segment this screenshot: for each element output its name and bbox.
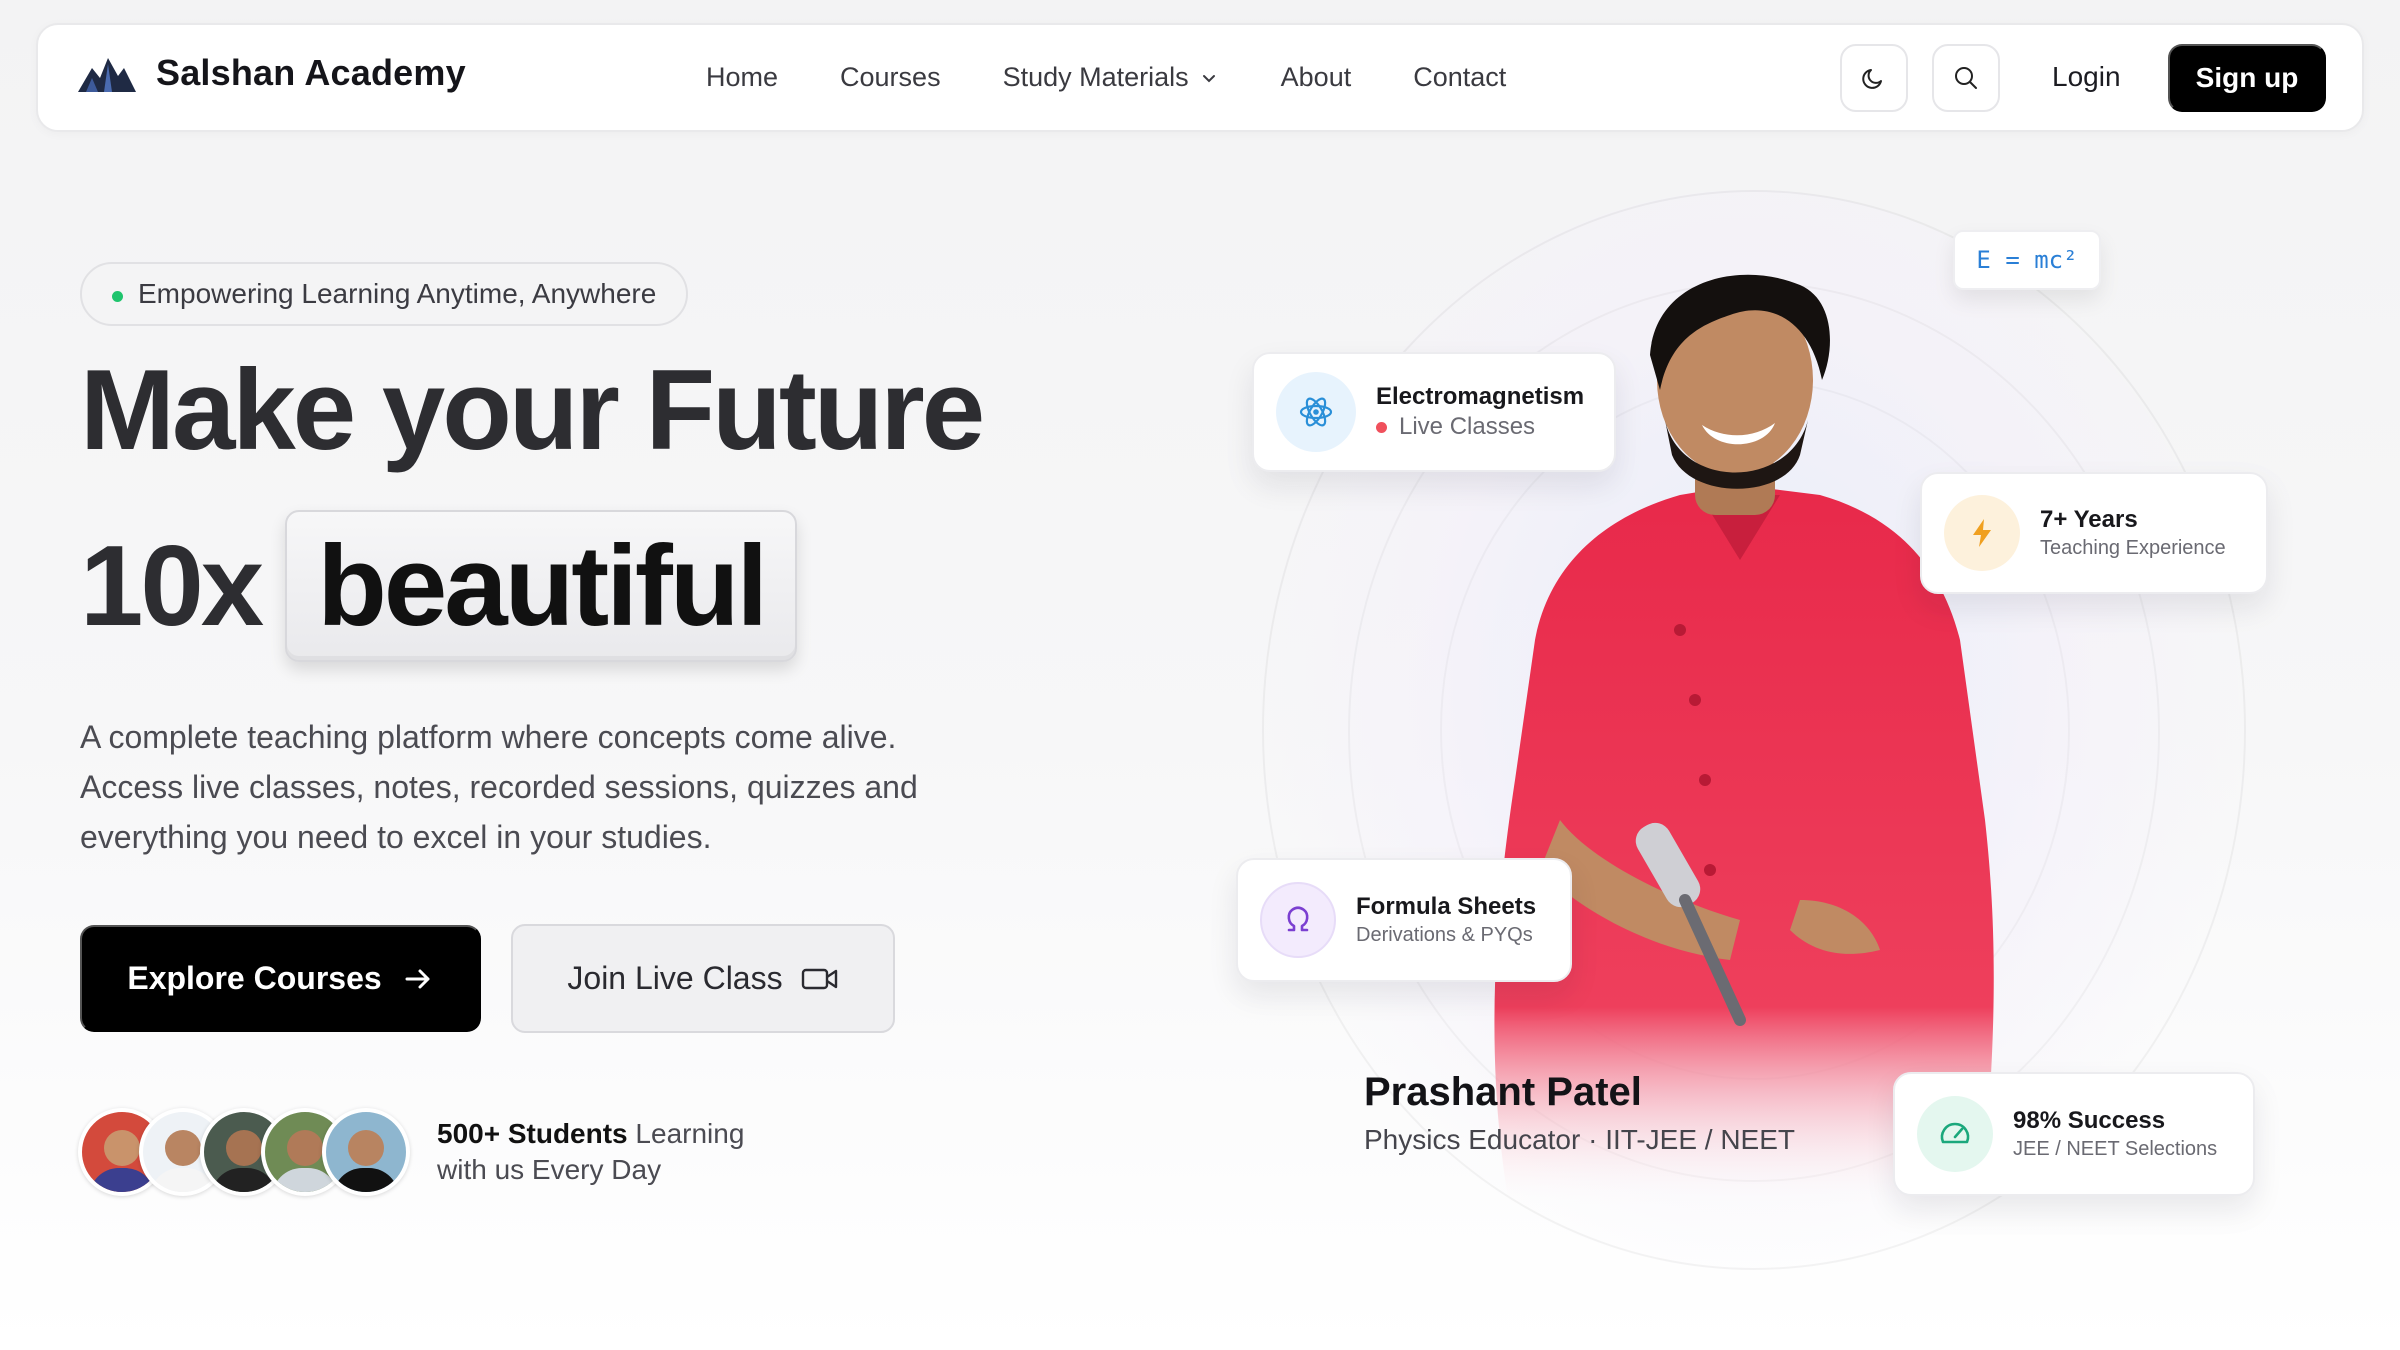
explore-courses-label: Explore Courses (127, 960, 382, 996)
live-dot-icon (1376, 421, 1387, 433)
nav-links: Home Courses Study Materials About Conta… (706, 25, 1568, 130)
brand[interactable]: Salshan Academy (78, 52, 466, 94)
experience-card[interactable]: 7+ Years Teaching Experience (1920, 472, 2268, 594)
gauge-icon-wrap (1917, 1096, 1993, 1172)
headline-prefix: 10x (80, 522, 264, 650)
join-live-class-label: Join Live Class (567, 960, 783, 996)
live-classes-text: Live Classes (1399, 413, 1536, 440)
bolt-icon (1973, 519, 1991, 547)
formula-sheets-text: Formula Sheets Derivations & PYQs (1356, 892, 1536, 948)
nav-contact[interactable]: Contact (1413, 62, 1506, 93)
instructor-name: Prashant Patel (1364, 1070, 1642, 1114)
success-title: 98% Success (2013, 1107, 2166, 1134)
nav-about[interactable]: About (1281, 62, 1352, 93)
avatar (322, 1108, 410, 1196)
headline-highlight: beautiful (285, 510, 798, 662)
formula-sheets-subtitle: Derivations & PYQs (1356, 924, 1533, 946)
nav-home[interactable]: Home (706, 62, 778, 93)
nav-study-materials-label: Study Materials (1002, 62, 1189, 92)
instructor-role: Physics Educator · IIT-JEE / NEET (1364, 1124, 1796, 1155)
gauge-icon (1940, 1122, 1970, 1144)
electromagnetism-text: Electromagnetism Live Classes (1376, 382, 1584, 442)
live-classes-label: Live Classes (1376, 412, 1584, 442)
arrow-right-icon (405, 969, 430, 988)
formula-sheets-card[interactable]: Formula Sheets Derivations & PYQs (1236, 858, 1572, 982)
bolt-icon-wrap (1944, 495, 2020, 571)
formula-sheets-title: Formula Sheets (1356, 893, 1537, 920)
success-subtitle: JEE / NEET Selections (2013, 1138, 2218, 1160)
experience-subtitle: Teaching Experience (2040, 537, 2226, 559)
formula-chip: E = mc² (1953, 230, 2101, 290)
join-live-class-button[interactable]: Join Live Class (511, 924, 895, 1033)
theme-toggle-button[interactable] (1840, 44, 1908, 112)
omega-icon (1287, 906, 1309, 932)
electromagnetism-title: Electromagnetism (1376, 383, 1585, 410)
student-avatars (78, 1108, 410, 1196)
experience-text: 7+ Years Teaching Experience (2040, 505, 2226, 561)
success-text: 98% Success JEE / NEET Selections (2013, 1106, 2217, 1162)
search-button[interactable] (1932, 44, 2000, 112)
student-count-line-2: with us Every Day (437, 1154, 662, 1185)
student-count-suffix: Learning (627, 1118, 745, 1149)
tagline-text: Empowering Learning Anytime, Anywhere (138, 278, 657, 309)
atom-icon (1299, 397, 1333, 427)
omega-icon-wrap (1260, 882, 1336, 958)
chevron-down-icon (1202, 74, 1215, 82)
signup-button[interactable]: Sign up (2168, 44, 2326, 112)
atom-icon-wrap (1276, 372, 1356, 452)
headline-line-2: 10x beautiful (80, 510, 798, 662)
electromagnetism-card[interactable]: Electromagnetism Live Classes (1252, 352, 1616, 472)
status-dot-icon (112, 291, 123, 302)
student-count: 500+ Students (437, 1118, 628, 1149)
success-card[interactable]: 98% Success JEE / NEET Selections (1893, 1072, 2255, 1196)
moon-icon (1862, 69, 1882, 89)
login-link[interactable]: Login (2052, 61, 2121, 93)
brand-name: Salshan Academy (156, 52, 466, 93)
headline-line-1: Make your Future (80, 347, 985, 474)
nav-courses[interactable]: Courses (840, 62, 941, 93)
top-navbar: Salshan Academy Home Courses Study Mater… (36, 23, 2364, 132)
tagline-badge: Empowering Learning Anytime, Anywhere (80, 262, 689, 326)
experience-title: 7+ Years (2040, 506, 2138, 533)
nav-study-materials[interactable]: Study Materials (1003, 62, 1219, 93)
student-count-text: 500+ Students Learning with us Every Day (437, 1116, 744, 1188)
hero-description: A complete teaching platform where conce… (80, 719, 918, 855)
search-icon (1955, 67, 1977, 89)
explore-courses-button[interactable]: Explore Courses (80, 925, 481, 1032)
video-icon (801, 968, 837, 989)
logo-mountain-icon (78, 58, 136, 92)
